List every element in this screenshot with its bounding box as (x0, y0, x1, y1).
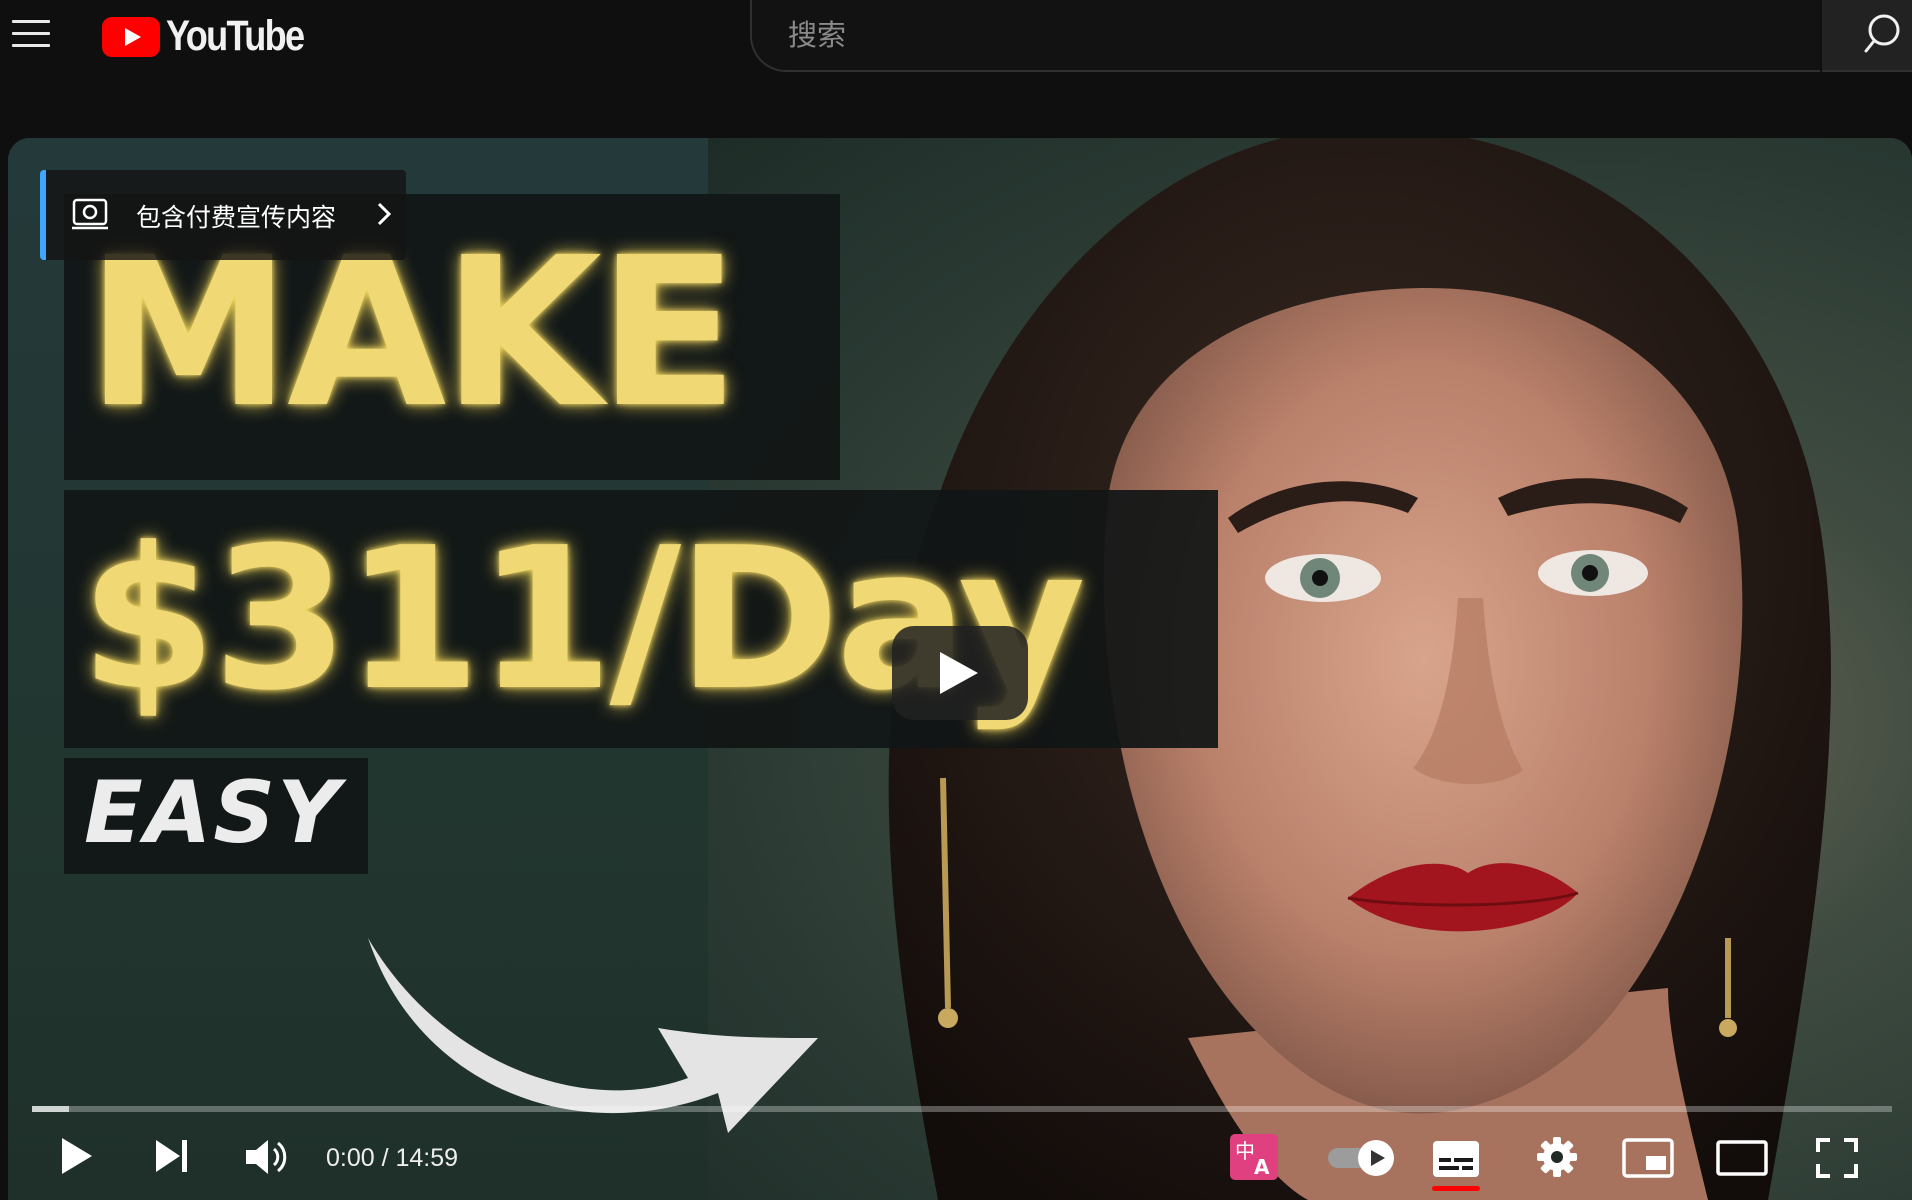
logo-text: YouTube (166, 12, 305, 60)
top-bar: YouTube (0, 0, 1912, 80)
translate-icon[interactable]: 中 A (1230, 1134, 1278, 1180)
headline-easy: EASY (84, 763, 342, 863)
autoplay-toggle-icon[interactable] (1326, 1138, 1396, 1178)
svg-text:中: 中 (1235, 1139, 1255, 1163)
settings-icon[interactable] (1536, 1136, 1578, 1178)
time-display: 0:00 / 14:59 (326, 1144, 459, 1172)
youtube-logo[interactable]: YouTube (102, 12, 330, 61)
progress-bar[interactable] (32, 1106, 1892, 1112)
paid-promotion-badge[interactable]: 包含付费宣传内容 (40, 170, 406, 260)
paid-promotion-icon (72, 198, 108, 230)
fullscreen-icon[interactable] (1816, 1138, 1858, 1178)
volume-icon[interactable] (244, 1138, 288, 1176)
subtitles-icon[interactable] (1432, 1140, 1480, 1178)
youtube-logo-icon (102, 16, 160, 57)
big-play-icon (940, 652, 978, 694)
menu-icon[interactable] (12, 16, 52, 50)
search-input[interactable] (786, 12, 1770, 58)
chevron-right-icon (377, 202, 392, 226)
paid-promotion-label: 包含付费宣传内容 (136, 203, 337, 232)
search-button[interactable] (1822, 0, 1912, 72)
subtitles-active-indicator (1432, 1186, 1480, 1191)
search-icon (1864, 14, 1900, 53)
theater-mode-icon[interactable] (1716, 1140, 1768, 1176)
miniplayer-icon[interactable] (1622, 1138, 1674, 1178)
svg-text:A: A (1254, 1155, 1270, 1179)
thumbnail-arrow-icon (368, 938, 818, 1133)
video-player[interactable]: MAKE $311/Day EASY 包含付费宣传内容 0:00 / 14:59… (8, 138, 1912, 1200)
play-icon[interactable] (60, 1136, 94, 1176)
search-box (750, 0, 1820, 72)
progress-fill (32, 1106, 70, 1112)
big-play-button[interactable] (892, 626, 1028, 720)
headline-make: MAKE (86, 213, 739, 453)
next-icon[interactable] (154, 1138, 190, 1174)
